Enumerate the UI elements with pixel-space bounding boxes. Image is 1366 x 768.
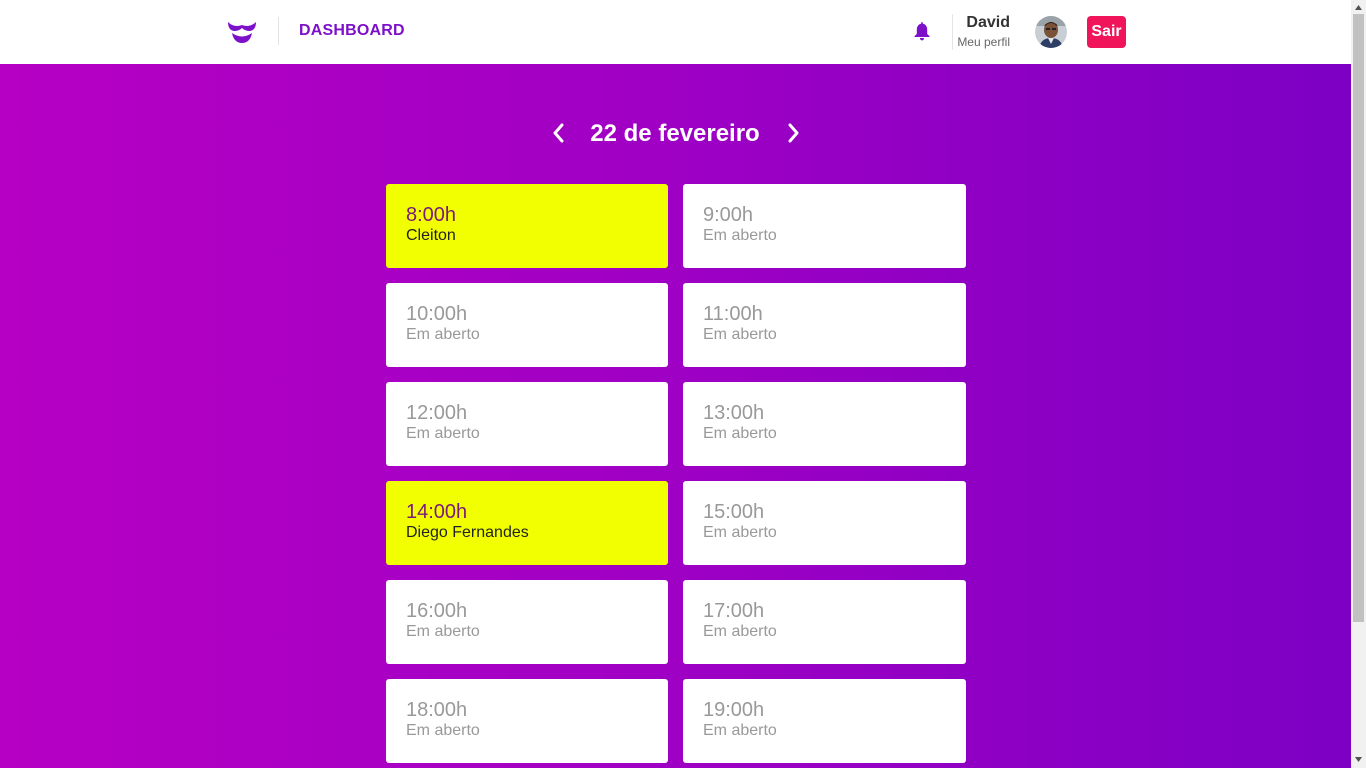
scroll-up-arrow-icon[interactable]: [1354, 3, 1363, 12]
open-slot-card[interactable]: 11:00h Em aberto: [683, 283, 966, 367]
profile-link[interactable]: Meu perfil: [957, 35, 1010, 49]
bell-icon[interactable]: [913, 21, 931, 41]
scroll-down-arrow-icon[interactable]: [1354, 755, 1363, 764]
vertical-scrollbar[interactable]: [1351, 0, 1366, 768]
date-navigation: 22 de fevereiro: [0, 116, 1351, 150]
slot-client: Em aberto: [406, 623, 480, 640]
slot-client: Em aberto: [406, 722, 480, 739]
logout-button[interactable]: Sair: [1087, 16, 1126, 48]
header-divider: [278, 17, 279, 45]
slot-time: 17:00h: [703, 600, 765, 622]
slot-client: Em aberto: [703, 623, 777, 640]
open-slot-card[interactable]: 18:00h Em aberto: [386, 679, 668, 763]
chevron-left-icon[interactable]: [551, 122, 565, 144]
avatar-image: [1035, 16, 1067, 48]
slot-client: Em aberto: [703, 227, 777, 244]
slot-time: 19:00h: [703, 699, 765, 721]
slot-client: Em aberto: [406, 425, 480, 442]
avatar[interactable]: [1035, 16, 1067, 48]
user-name: David: [966, 14, 1010, 31]
slot-client: Diego Fernandes: [406, 524, 529, 541]
open-slot-card[interactable]: 17:00h Em aberto: [683, 580, 966, 664]
page-title[interactable]: DASHBOARD: [299, 22, 405, 40]
booked-slot-card[interactable]: 14:00h Diego Fernandes: [386, 481, 668, 565]
slot-time: 16:00h: [406, 600, 468, 622]
slot-time: 15:00h: [703, 501, 765, 523]
open-slot-card[interactable]: 9:00h Em aberto: [683, 184, 966, 268]
booked-slot-card[interactable]: 8:00h Cleiton: [386, 184, 668, 268]
slot-client: Em aberto: [703, 524, 777, 541]
open-slot-card[interactable]: 13:00h Em aberto: [683, 382, 966, 466]
profile-divider: [952, 14, 953, 50]
slot-time: 18:00h: [406, 699, 468, 721]
schedule-grid: 8:00h Cleiton 9:00h Em aberto 10:00h Em abert…: [386, 184, 966, 763]
slot-time: 13:00h: [703, 402, 765, 424]
slot-time: 12:00h: [406, 402, 468, 424]
slot-client: Em aberto: [703, 425, 777, 442]
open-slot-card[interactable]: 10:00h Em aberto: [386, 283, 668, 367]
current-date: 22 de fevereiro: [590, 120, 760, 147]
slot-client: Em aberto: [703, 722, 777, 739]
mustache-logo-icon[interactable]: [226, 18, 258, 44]
open-slot-card[interactable]: 19:00h Em aberto: [683, 679, 966, 763]
scrollbar-thumb[interactable]: [1353, 14, 1364, 622]
slot-client: Em aberto: [703, 326, 777, 343]
slot-client: Em aberto: [406, 326, 480, 343]
slot-time: 11:00h: [703, 303, 763, 325]
slot-time: 10:00h: [406, 303, 468, 325]
slot-time: 14:00h: [406, 501, 468, 523]
slot-time: 9:00h: [703, 204, 754, 226]
open-slot-card[interactable]: 12:00h Em aberto: [386, 382, 668, 466]
slot-time: 8:00h: [406, 204, 457, 226]
slot-client: Cleiton: [406, 227, 456, 244]
chevron-right-icon[interactable]: [787, 122, 801, 144]
open-slot-card[interactable]: 15:00h Em aberto: [683, 481, 966, 565]
top-bar: DASHBOARD David Meu perfil Sair: [0, 0, 1351, 64]
open-slot-card[interactable]: 16:00h Em aberto: [386, 580, 668, 664]
